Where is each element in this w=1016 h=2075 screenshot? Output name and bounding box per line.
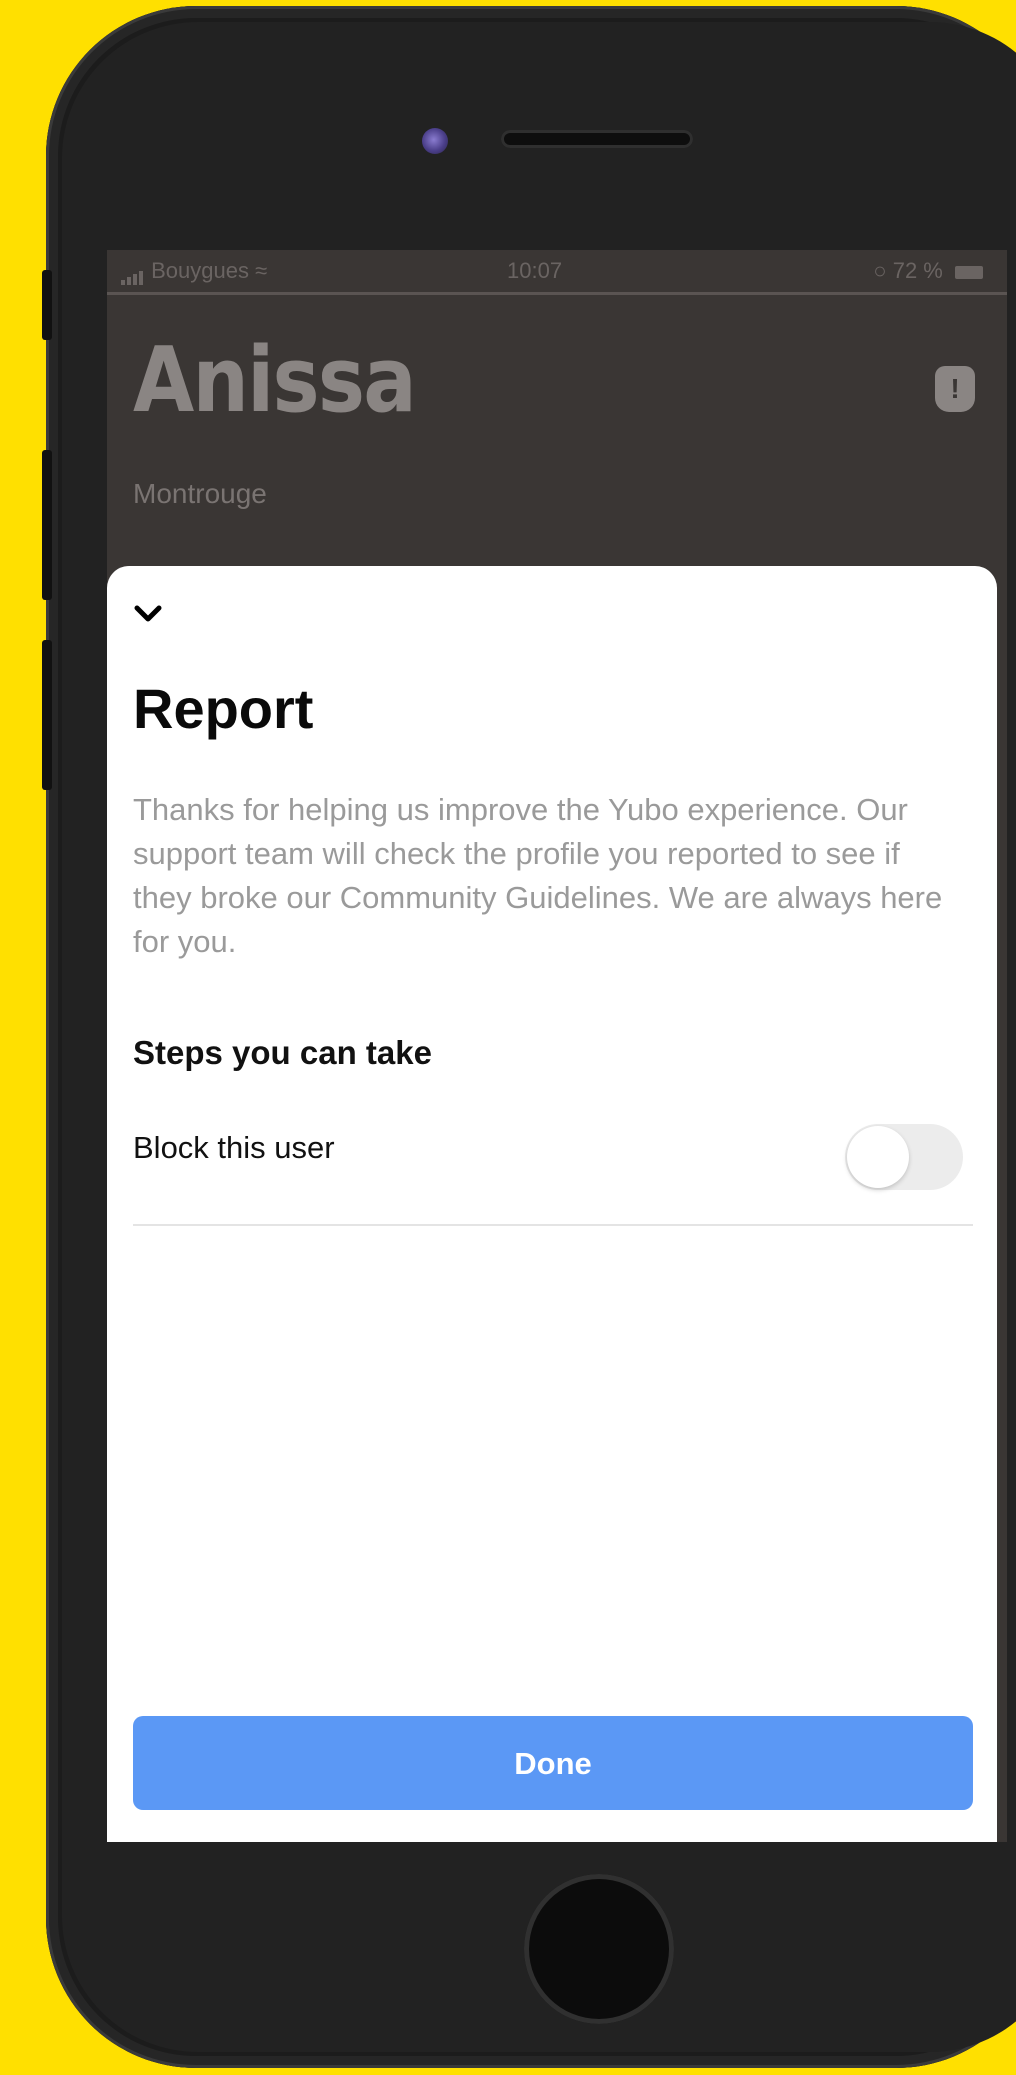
- block-user-toggle[interactable]: [845, 1124, 963, 1190]
- done-button[interactable]: Done: [133, 1716, 973, 1810]
- report-description: Thanks for helping us improve the Yubo e…: [133, 792, 943, 959]
- orientation-lock-icon: ○: [873, 258, 887, 283]
- block-user-row: Block this user: [133, 1124, 973, 1226]
- volume-down-button: [42, 640, 52, 790]
- report-flag-icon[interactable]: !: [935, 366, 975, 412]
- block-user-label: Block this user: [133, 1130, 335, 1165]
- toggle-knob: [847, 1126, 909, 1188]
- status-time: 10:07: [507, 258, 563, 283]
- battery-percent: 72 %: [892, 258, 943, 283]
- signal-icon: [121, 259, 145, 286]
- wifi-icon: ≈: [255, 258, 268, 283]
- home-button[interactable]: [524, 1874, 674, 2024]
- app-screen: Bouygues ≈ 10:07 ○ 72 % Anissa Montrouge…: [107, 250, 1007, 1842]
- profile-location: Montrouge: [133, 478, 267, 509]
- volume-up-button: [42, 450, 52, 600]
- battery-icon: [955, 265, 983, 279]
- report-sheet: Report Thanks for helping us improve the…: [107, 566, 997, 1842]
- chevron-down-icon[interactable]: [133, 602, 163, 626]
- status-bar: Bouygues ≈ 10:07 ○ 72 %: [107, 250, 1007, 295]
- steps-heading: Steps you can take: [133, 1034, 432, 1071]
- front-camera: [422, 128, 448, 154]
- carrier-label: Bouygues: [151, 258, 249, 283]
- mute-switch: [42, 270, 52, 340]
- earpiece-speaker: [501, 130, 693, 148]
- sheet-title: Report: [133, 677, 314, 740]
- profile-name: Anissa: [133, 328, 417, 433]
